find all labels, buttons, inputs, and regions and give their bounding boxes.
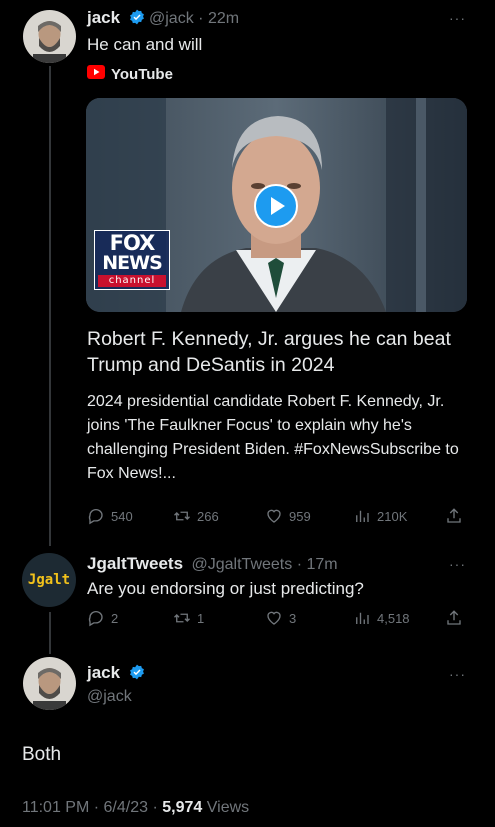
- views-icon: [356, 612, 369, 624]
- avatar-jgalt[interactable]: Jgalt: [22, 553, 76, 607]
- reply-count: 540: [111, 508, 133, 524]
- tweet-text: Are you endorsing or just predicting?: [87, 579, 364, 598]
- tweet-time[interactable]: 11:01 PM: [22, 799, 89, 816]
- separator: ·: [296, 556, 303, 573]
- separator: ·: [93, 799, 100, 816]
- tweet-time[interactable]: 17m: [306, 556, 337, 573]
- views-icon: [356, 510, 369, 522]
- play-icon[interactable]: [254, 184, 298, 233]
- repost-icon: [174, 511, 190, 521]
- author-name[interactable]: jack: [87, 663, 120, 682]
- repost-count: 1: [197, 610, 205, 626]
- tweet-actions: 2 1 3 4,518: [87, 609, 465, 627]
- author-handle[interactable]: @jack: [149, 10, 194, 27]
- logo-news: NEWS: [102, 252, 163, 274]
- tweet-header: JgaltTweets @JgaltTweets · 17m: [87, 554, 338, 574]
- share-button[interactable]: [445, 507, 463, 525]
- verified-badge-icon: [129, 9, 145, 30]
- author-handle[interactable]: @jack: [87, 688, 145, 706]
- like-icon: [267, 611, 281, 625]
- thread-line: [49, 612, 51, 654]
- views-label: Views: [206, 799, 250, 816]
- author-block: jack @jack: [87, 663, 145, 706]
- views-button[interactable]: 4,518: [353, 609, 445, 627]
- card-source[interactable]: YouTube: [87, 65, 173, 84]
- repost-count: 266: [197, 508, 219, 524]
- more-icon[interactable]: ···: [449, 666, 466, 682]
- repost-icon: [174, 613, 190, 623]
- card-description: 2024 presidential candidate Robert F. Ke…: [87, 393, 459, 482]
- tweet-text: He can and will: [87, 35, 203, 54]
- tweet-meta: 11:01 PM · 6/4/23 · 5,974 Views: [22, 799, 249, 817]
- separator: ·: [198, 10, 204, 27]
- more-icon[interactable]: ···: [449, 556, 466, 572]
- author-name[interactable]: jack: [87, 8, 120, 27]
- reply-icon: [88, 610, 103, 627]
- verified-badge-icon: [129, 664, 145, 685]
- views-count: 4,518: [377, 610, 410, 626]
- avatar[interactable]: [23, 10, 76, 63]
- like-button[interactable]: 959: [265, 507, 353, 525]
- tweet-actions: 540 266 959 210K: [87, 507, 465, 525]
- like-count: 959: [289, 508, 311, 524]
- author-name[interactable]: JgaltTweets: [87, 554, 183, 573]
- youtube-icon: [87, 65, 105, 84]
- fox-news-logo: FOX NEWS channel: [94, 230, 170, 290]
- more-icon[interactable]: ···: [449, 10, 466, 26]
- views-count: 5,974: [162, 799, 203, 816]
- reply-count: 2: [111, 610, 119, 626]
- tweet-text: Both: [22, 744, 62, 765]
- reply-button[interactable]: 540: [87, 507, 173, 525]
- repost-button[interactable]: 1: [173, 609, 265, 627]
- share-button[interactable]: [445, 609, 463, 627]
- like-count: 3: [289, 610, 297, 626]
- share-icon: [447, 610, 461, 625]
- source-label: YouTube: [111, 66, 173, 83]
- avatar-text: Jgalt: [27, 572, 71, 588]
- views-count: 210K: [377, 508, 408, 524]
- card-title[interactable]: Robert F. Kennedy, Jr. argues he can bea…: [87, 326, 467, 378]
- views-button[interactable]: 210K: [353, 507, 445, 525]
- logo-fox: FOX: [109, 231, 156, 255]
- separator: ·: [152, 799, 158, 816]
- avatar[interactable]: [23, 657, 76, 710]
- like-button[interactable]: 3: [265, 609, 353, 627]
- card-thumbnail[interactable]: FOX NEWS channel: [86, 98, 467, 312]
- tweet-date[interactable]: 6/4/23: [104, 799, 148, 816]
- tweet-time[interactable]: 22m: [208, 10, 239, 27]
- like-icon: [267, 509, 281, 523]
- reply-button[interactable]: 2: [87, 609, 173, 627]
- author-handle[interactable]: @JgaltTweets: [192, 556, 293, 573]
- thread-line: [49, 66, 51, 546]
- repost-button[interactable]: 266: [173, 507, 265, 525]
- tweet-header: jack @jack · 22m: [87, 8, 239, 30]
- share-icon: [447, 508, 461, 523]
- logo-channel: channel: [98, 275, 166, 287]
- reply-icon: [88, 508, 103, 525]
